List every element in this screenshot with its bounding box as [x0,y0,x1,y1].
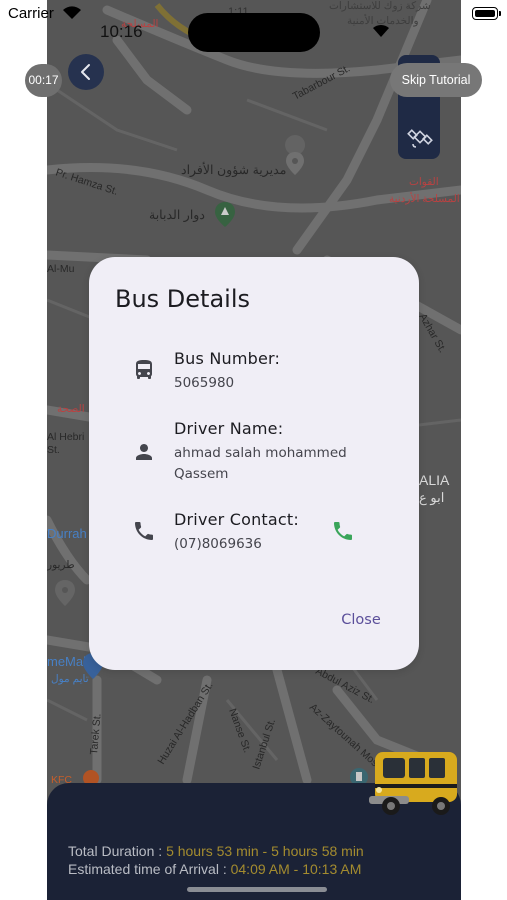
battery-tip [499,11,501,16]
school-bus-image [369,752,457,815]
status-time: 10:16 [100,22,143,41]
total-duration-line: Total Duration : 5 hours 53 min - 5 hour… [68,843,364,859]
driver-name-label: Driver Name: [174,419,284,438]
wifi-icon [373,24,389,37]
home-indicator [187,887,327,892]
total-duration-value: 5 hours 53 min - 5 hours 58 min [166,843,364,859]
back-button[interactable] [68,54,104,90]
carrier-name: Carrier [8,5,54,22]
bus-number-value: 5065980 [174,375,235,391]
eta-value: 04:09 AM - 10:13 AM [230,861,362,877]
dynamic-island [188,13,320,52]
driver-name-value: ahmad salah mohammed Qassem [174,445,347,482]
satellite-icon[interactable] [407,124,433,150]
dialog-title: Bus Details [115,285,251,313]
close-button[interactable]: Close [333,606,389,634]
call-icon[interactable] [331,519,355,543]
back-arrow-icon [81,64,90,80]
eta-line: Estimated time of Arrival : 04:09 AM - 1… [68,861,361,877]
bus-details-dialog: Bus Details Bus Number: 5065980 Driver N… [89,257,419,670]
phone-icon [135,522,153,540]
skip-tutorial-button[interactable]: Skip Tutorial [390,63,482,97]
total-duration-label: Total Duration : [68,843,167,859]
bus-icon [136,360,152,379]
battery-icon [472,7,498,20]
eta-label: Estimated time of Arrival : [68,861,231,877]
person-icon [136,444,152,460]
bus-number-label: Bus Number: [174,349,281,368]
page: Tabarbour St. مديرية شؤون الأفراد دوار ا… [0,0,507,900]
wifi-icon [63,6,81,20]
driver-contact-label: Driver Contact: [174,510,299,529]
tutorial-timer: 00:17 [25,64,62,97]
